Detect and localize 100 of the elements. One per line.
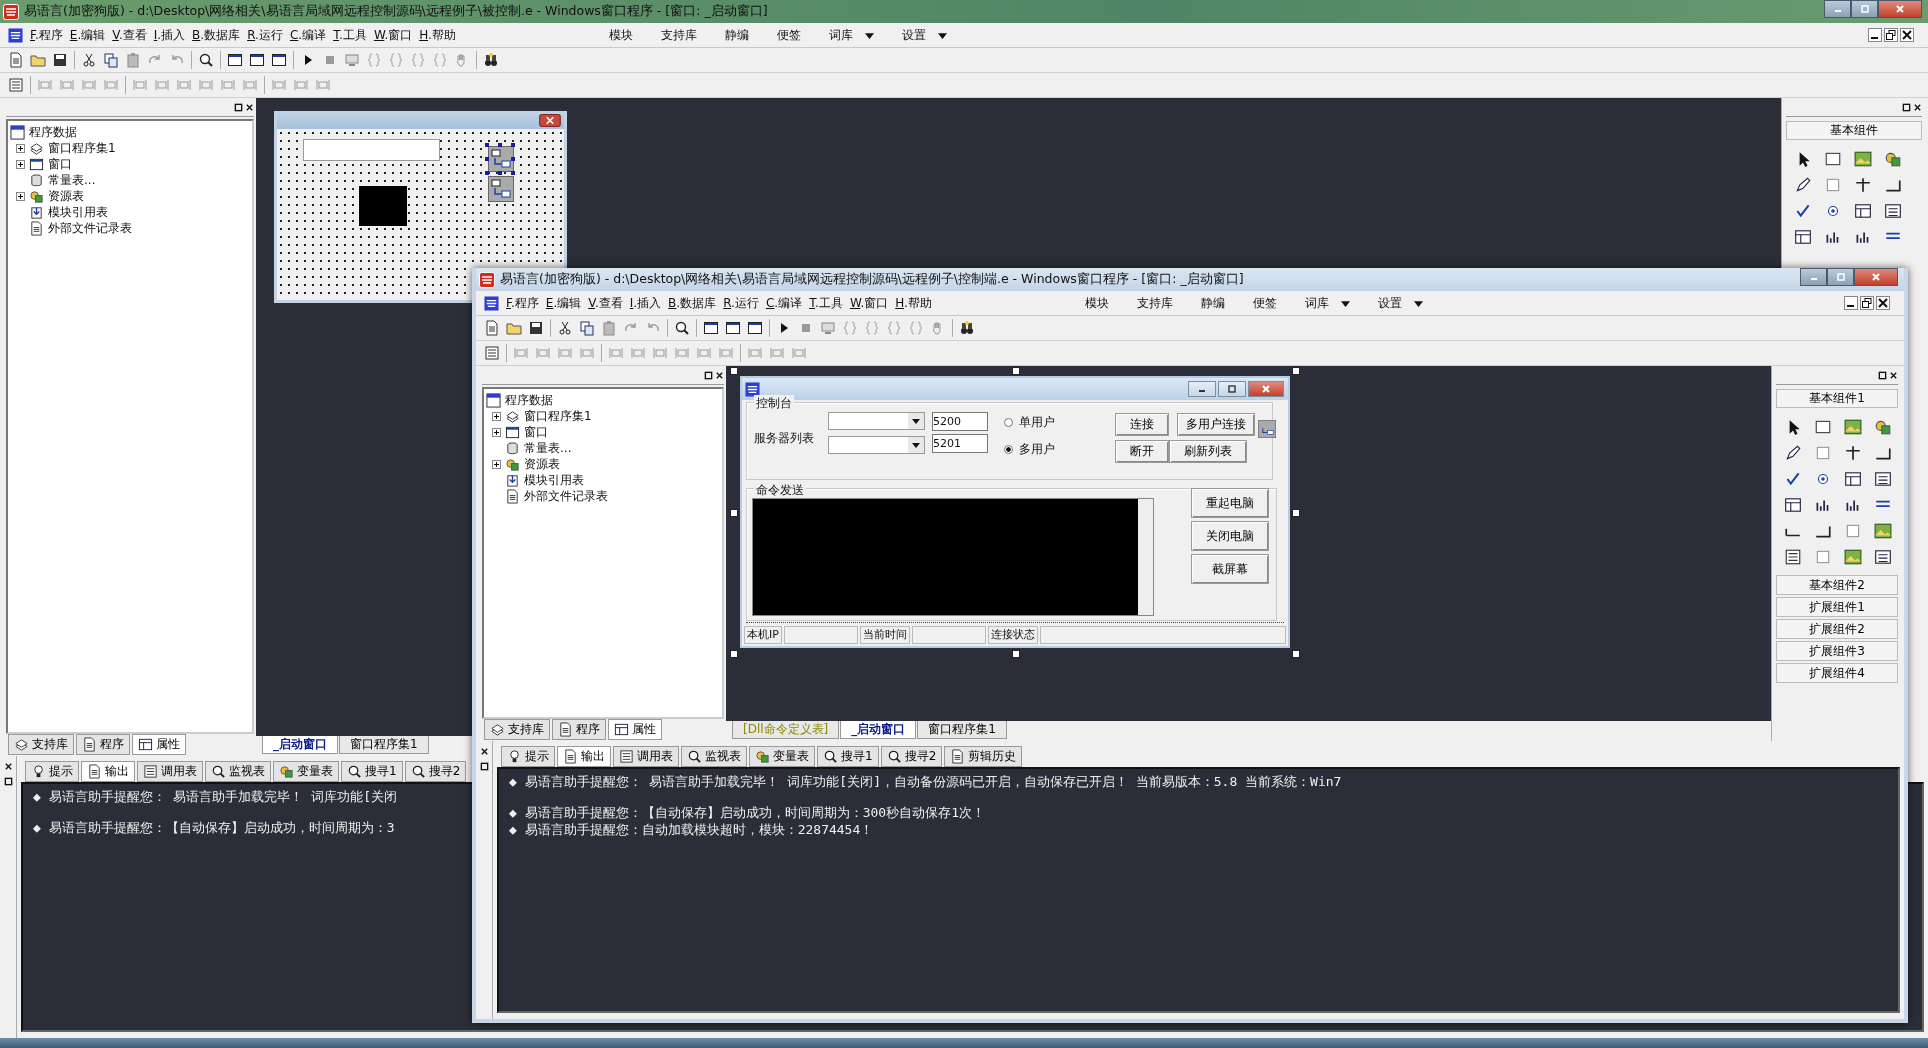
menu-item[interactable]: 支持库 [660,26,697,44]
output-tab[interactable]: 搜寻1 [341,760,403,782]
log-line: ◆ 易语言助手提醒您： 易语言助手加载完毕！ 词库功能[关闭 [33,788,398,805]
menu-item[interactable]: F.程序 [506,294,539,312]
tree-item[interactable]: 模块引用表 [524,471,584,489]
menu-item[interactable]: E.编辑 [545,294,582,312]
output-tab[interactable]: 监视表 [681,745,747,767]
menu-item[interactable]: 静编 [724,26,749,44]
menu-item[interactable]: 模块 [1084,294,1109,312]
tree-item[interactable]: 窗口程序集1 [524,407,592,425]
menu-item[interactable]: T.工具 [333,26,367,44]
editor-tab[interactable]: 窗口程序集1 [917,721,1007,739]
form-button[interactable]: 多用户连接 [1177,413,1255,436]
menu-item[interactable]: F.程序 [30,26,63,44]
tree-item[interactable]: 外部文件记录表 [48,219,132,237]
menu-item[interactable]: E.编辑 [69,26,106,44]
status-label: 当前时间 [859,626,910,644]
window-title: 易语言(加密狗版) - d:\Desktop\网络相关\易语言局域网远程控制源码\远程例子\控制端.e - Windows窗口程序 - [窗口: _启动窗口] [500,271,1244,288]
menu-item[interactable]: 便签 [1252,294,1277,312]
tree-item[interactable]: 资源表 [48,187,84,205]
status-label: 连接状态 [987,626,1038,644]
form-button[interactable]: 关闭电脑 [1191,521,1269,551]
mode-radio[interactable]: 单用户 [1004,414,1055,431]
palette-group-button[interactable]: 扩展组件1 [1776,597,1898,617]
menu-item[interactable]: C.编译 [289,26,327,44]
menu-item[interactable]: W.窗口 [849,294,889,312]
output-tab[interactable]: 搜寻2 [404,760,467,782]
mode-radio[interactable]: 多用户 [1004,441,1055,458]
output-tab[interactable]: 提示 [501,745,555,767]
port-field[interactable]: 5200 [932,412,988,431]
menu-item[interactable]: R.运行 [247,26,283,44]
tree-item[interactable]: 常量表... [48,171,96,189]
menu-item[interactable]: R.运行 [723,294,759,312]
panel-tab[interactable]: 支持库 [8,734,74,755]
menu-item[interactable]: 模块 [608,26,633,44]
tree-item[interactable]: 程序数据 [29,123,77,141]
output-tab[interactable]: 监视表 [205,760,271,782]
menu-item[interactable]: H.帮助 [895,294,932,312]
menu-item[interactable]: 设置 [1377,294,1402,312]
output-tab[interactable]: 剪辑历史 [944,745,1023,767]
port-field[interactable]: 5201 [932,434,988,453]
panel-tab[interactable]: 属性 [608,719,662,740]
menu-item[interactable]: 便签 [776,26,801,44]
panel-tab[interactable]: 支持库 [484,719,550,740]
editor-tab[interactable]: 窗口程序集1 [339,736,429,754]
output-tab[interactable]: 搜寻2 [880,745,943,767]
panel-tab[interactable]: 属性 [132,734,186,755]
menu-item[interactable]: 词库 [1304,294,1329,312]
output-tab[interactable]: 输出 [557,745,611,767]
tree-item[interactable]: 外部文件记录表 [524,487,608,505]
menu-item[interactable]: T.工具 [809,294,843,312]
output-tab[interactable]: 输出 [81,760,135,782]
menu-item[interactable]: B.数据库 [668,294,717,312]
menu-item[interactable]: W.窗口 [373,26,413,44]
palette-group-button[interactable]: 扩展组件2 [1776,619,1898,639]
tree-item[interactable]: 窗口 [48,155,72,173]
palette-group-button[interactable]: 基本组件2 [1776,575,1898,595]
form-button[interactable]: 重起电脑 [1191,488,1269,518]
group-title: 控制台 [754,395,794,412]
panel-tab[interactable]: 程序 [552,719,606,740]
log-line: ◆ 易语言助手提醒您：自动加载模块超时，模块：22874454！ [509,821,874,838]
output-tab[interactable]: 调用表 [613,745,679,767]
tree-item[interactable]: 窗口程序集1 [48,139,116,157]
palette-group-button[interactable]: 扩展组件3 [1776,641,1898,661]
form-button[interactable]: 截屏幕 [1191,554,1269,584]
field-label: 服务器列表 [754,430,814,447]
output-tab[interactable]: 调用表 [137,760,203,782]
status-label: 本机IP [744,626,782,644]
editor-tab[interactable]: _启动窗口 [840,721,917,739]
menu-item[interactable]: V.查看 [112,26,147,44]
log-line: ◆ 易语言助手提醒您： 易语言助手加载完毕！ 词库功能[关闭]，自动备份源码已开启，自动保存已开启！ 当前易版本：5.8 当前系统：Win7 [509,773,1342,790]
tree-item[interactable]: 常量表... [524,439,572,457]
window-title: 易语言(加密狗版) - d:\Desktop\网络相关\易语言局域网远程控制源码\远程例子\被控制.e - Windows窗口程序 - [窗口: _启动窗口] [24,3,768,20]
menu-item[interactable]: I.插入 [629,294,662,312]
palette-group-button[interactable]: 扩展组件4 [1776,663,1898,683]
menu-item[interactable]: 支持库 [1136,294,1173,312]
output-tab[interactable]: 搜寻1 [817,745,879,767]
palette-group-button[interactable]: 基本组件1 [1776,389,1898,408]
menu-item[interactable]: C.编译 [765,294,803,312]
log-line: ◆ 易语言助手提醒您：【自动保存】启动成功，时间周期为：3 [33,819,395,836]
menu-item[interactable]: 设置 [901,26,926,44]
form-button[interactable]: 连接 [1115,413,1169,436]
panel-tab[interactable]: 程序 [76,734,130,755]
form-button[interactable]: 断开 [1115,440,1169,463]
editor-tab[interactable]: _启动窗口 [262,736,338,754]
form-button[interactable]: 刷新列表 [1169,440,1247,463]
tree-item[interactable]: 窗口 [524,423,548,441]
output-tab[interactable]: 变量表 [749,745,815,767]
output-tab[interactable]: 提示 [25,760,79,782]
menu-item[interactable]: V.查看 [588,294,623,312]
menu-item[interactable]: 词库 [828,26,853,44]
output-tab[interactable]: 变量表 [273,760,339,782]
menu-item[interactable]: B.数据库 [192,26,241,44]
menu-item[interactable]: 静编 [1200,294,1225,312]
palette-group-button[interactable]: 基本组件 [1786,121,1922,140]
tree-item[interactable]: 资源表 [524,455,560,473]
menu-item[interactable]: I.插入 [153,26,186,44]
tree-item[interactable]: 程序数据 [505,391,553,409]
tree-item[interactable]: 模块引用表 [48,203,108,221]
menu-item[interactable]: H.帮助 [419,26,456,44]
